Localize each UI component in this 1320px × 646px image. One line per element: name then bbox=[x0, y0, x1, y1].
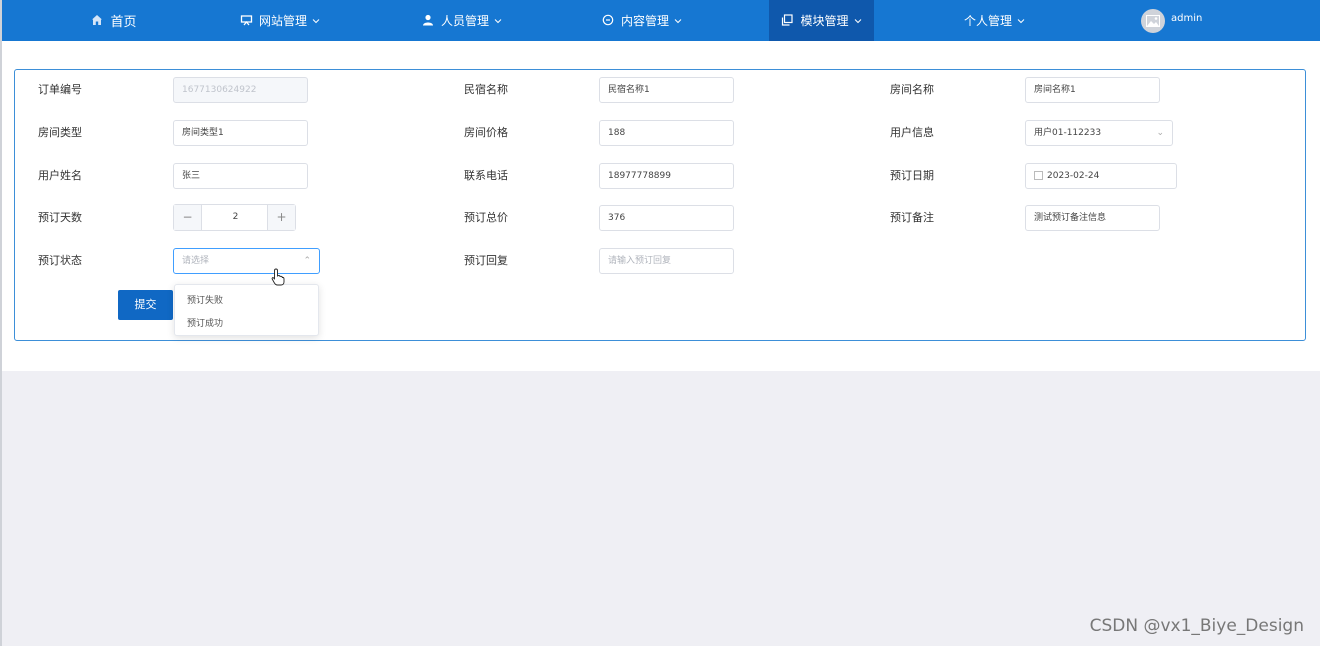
chat-bubble-icon bbox=[602, 14, 616, 28]
nav-site-label: 网站管理 bbox=[258, 14, 307, 28]
nav-home-label: 首页 bbox=[110, 15, 137, 30]
homestay-name-input[interactable]: 民宿名称1 bbox=[599, 77, 734, 103]
days-stepper[interactable]: − 2 + bbox=[173, 204, 296, 231]
reply-input[interactable]: 请输入预订回复 bbox=[599, 248, 734, 274]
user-info-value: 用户01-112233 bbox=[1034, 128, 1102, 138]
date-picker[interactable]: 2023-02-24 bbox=[1025, 163, 1177, 189]
top-nav-bar: 首页 网站管理 人员管理 内容管理 模块管理 个人管理 admin bbox=[2, 0, 1320, 41]
total-price-label: 预订总价 bbox=[464, 211, 508, 224]
status-option-success[interactable]: 预订成功 bbox=[187, 316, 223, 329]
chevron-down-icon bbox=[674, 17, 682, 25]
room-name-input[interactable]: 房间名称1 bbox=[1025, 77, 1160, 103]
phone-label: 联系电话 bbox=[464, 169, 508, 182]
chevron-down-icon bbox=[494, 17, 502, 25]
chevron-down-icon: ⌄ bbox=[1156, 128, 1164, 138]
homestay-name-label: 民宿名称 bbox=[464, 83, 508, 96]
room-price-input[interactable]: 188 bbox=[599, 120, 734, 146]
nav-site-management[interactable]: 网站管理 bbox=[220, 0, 340, 41]
status-select[interactable]: 请选择 ⌃ bbox=[173, 248, 320, 274]
room-type-label: 房间类型 bbox=[38, 126, 82, 139]
nav-content-label: 内容管理 bbox=[620, 14, 669, 28]
order-no-input: 1677130624922 bbox=[173, 77, 308, 103]
nav-home[interactable]: 首页 bbox=[74, 0, 154, 41]
remark-input[interactable]: 测试预订备注信息 bbox=[1025, 205, 1160, 231]
user-name-label: 用户姓名 bbox=[38, 169, 82, 182]
nav-staff-label: 人员管理 bbox=[440, 14, 489, 28]
minus-button[interactable]: − bbox=[174, 205, 202, 230]
avatar[interactable] bbox=[1141, 9, 1165, 33]
status-placeholder: 请选择 bbox=[182, 256, 210, 266]
user-info-select[interactable]: 用户01-112233 ⌄ bbox=[1025, 120, 1173, 146]
status-label: 预订状态 bbox=[38, 254, 82, 267]
order-no-label: 订单编号 bbox=[38, 83, 82, 96]
nav-personal-label: 个人管理 bbox=[963, 14, 1012, 28]
status-dropdown: 预订失败 预订成功 bbox=[174, 284, 319, 336]
submit-button[interactable]: 提交 bbox=[118, 290, 173, 320]
calendar-icon bbox=[1034, 171, 1043, 180]
chevron-up-icon: ⌃ bbox=[303, 256, 311, 266]
date-value: 2023-02-24 bbox=[1047, 171, 1100, 181]
reply-label: 预订回复 bbox=[464, 254, 508, 267]
nav-module-management[interactable]: 模块管理 bbox=[769, 0, 874, 41]
room-price-label: 房间价格 bbox=[464, 126, 508, 139]
nav-personal-management[interactable]: 个人管理 bbox=[947, 0, 1042, 41]
watermark: CSDN @vx1_Biye_Design bbox=[1089, 616, 1304, 636]
total-price-input[interactable]: 376 bbox=[599, 205, 734, 231]
user-name[interactable]: admin bbox=[1171, 13, 1202, 24]
nav-module-label: 模块管理 bbox=[800, 14, 849, 28]
plus-button[interactable]: + bbox=[267, 205, 295, 230]
phone-input[interactable]: 18977778899 bbox=[599, 163, 734, 189]
image-icon bbox=[1146, 15, 1160, 27]
user-info-label: 用户信息 bbox=[890, 126, 934, 139]
copy-icon bbox=[781, 13, 795, 28]
chevron-down-icon bbox=[312, 17, 320, 25]
room-name-label: 房间名称 bbox=[890, 83, 934, 96]
monitor-icon bbox=[240, 14, 254, 28]
status-option-failed[interactable]: 预订失败 bbox=[187, 293, 223, 306]
days-label: 预订天数 bbox=[38, 211, 82, 224]
chevron-down-icon bbox=[854, 17, 862, 25]
remark-label: 预订备注 bbox=[890, 211, 934, 224]
room-type-input[interactable]: 房间类型1 bbox=[173, 120, 308, 146]
user-icon bbox=[422, 14, 436, 28]
nav-staff-management[interactable]: 人员管理 bbox=[402, 0, 522, 41]
days-value[interactable]: 2 bbox=[202, 205, 269, 230]
home-icon bbox=[91, 14, 105, 28]
user-name-input[interactable]: 张三 bbox=[173, 163, 308, 189]
chevron-down-icon bbox=[1017, 17, 1025, 25]
hand-cursor-icon bbox=[271, 268, 285, 286]
nav-content-management[interactable]: 内容管理 bbox=[582, 0, 702, 41]
date-label: 预订日期 bbox=[890, 169, 934, 182]
